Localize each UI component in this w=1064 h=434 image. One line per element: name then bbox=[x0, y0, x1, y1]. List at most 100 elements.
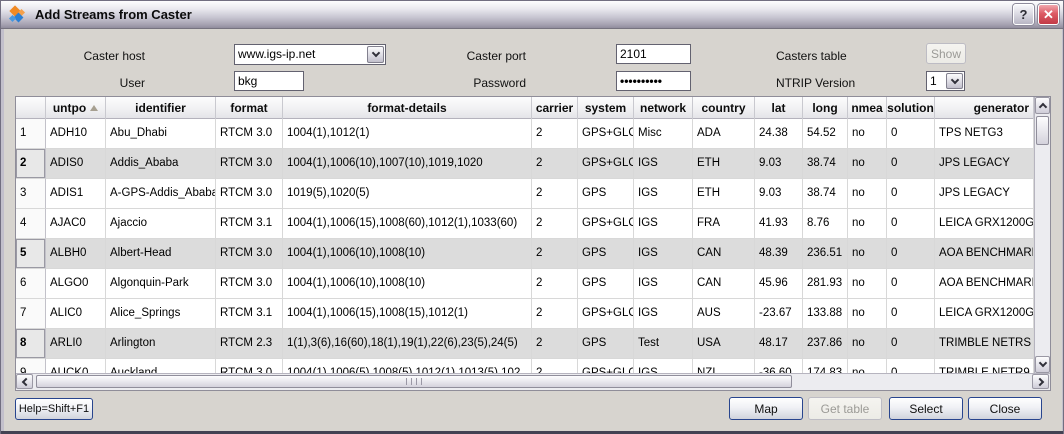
table-cell: 38.74 bbox=[803, 149, 848, 179]
table-cell: no bbox=[848, 299, 887, 329]
row-number[interactable]: 1 bbox=[16, 119, 46, 149]
row-number[interactable]: 7 bbox=[16, 299, 46, 329]
select-button[interactable]: Select bbox=[889, 397, 963, 420]
column-header-lat[interactable]: lat bbox=[755, 97, 803, 119]
table-row[interactable]: 3ADIS1A-GPS-Addis_AbabaRTCM 3.01019(5),1… bbox=[16, 179, 1034, 209]
table-cell: 133.88 bbox=[803, 299, 848, 329]
table-cell: LEICA GRX1200GG bbox=[935, 299, 1034, 329]
table-cell: TPS NETG3 bbox=[935, 119, 1034, 149]
help-icon[interactable]: ? bbox=[1013, 4, 1034, 25]
table-cell: AUCK0 bbox=[46, 359, 106, 373]
row-number[interactable]: 5 bbox=[16, 239, 46, 269]
table-cell: GPS+GLO bbox=[578, 299, 634, 329]
caster-port-label: Caster port bbox=[431, 48, 526, 64]
table-cell: RTCM 3.0 bbox=[216, 119, 283, 149]
table-row[interactable]: 8ARLI0ArlingtonRTCM 2.31(1),3(6),16(60),… bbox=[16, 329, 1034, 359]
table-cell: GPS+GLO bbox=[578, 209, 634, 239]
scroll-up-icon[interactable] bbox=[1035, 97, 1050, 114]
table-cell: 0 bbox=[887, 119, 935, 149]
table-row[interactable]: 2ADIS0Addis_AbabaRTCM 3.01004(1),1006(10… bbox=[16, 149, 1034, 179]
table-cell: 0 bbox=[887, 299, 935, 329]
row-number[interactable]: 4 bbox=[16, 209, 46, 239]
caster-port-input[interactable]: 2101 bbox=[616, 44, 691, 64]
table-cell: IGS bbox=[634, 269, 693, 299]
get-table-button[interactable]: Get table bbox=[808, 397, 882, 420]
chevron-down-icon[interactable] bbox=[946, 73, 963, 89]
password-label: Password bbox=[431, 75, 526, 91]
table-cell: 1004(1),1006(5),1008(5),1012(1),1013(5),… bbox=[283, 359, 532, 373]
title-bar[interactable]: Add Streams from Caster ? ✕ bbox=[1, 1, 1064, 29]
caster-host-combobox[interactable]: www.igs-ip.net bbox=[234, 44, 386, 65]
close-button[interactable]: Close bbox=[968, 397, 1042, 420]
table-cell: 0 bbox=[887, 239, 935, 269]
table-cell: 1004(1),1006(10),1008(10) bbox=[283, 269, 532, 299]
scroll-down-icon[interactable] bbox=[1035, 356, 1050, 373]
table-cell: Misc bbox=[634, 119, 693, 149]
table-cell: ALBH0 bbox=[46, 239, 106, 269]
ntrip-version-combobox[interactable]: 1 bbox=[926, 71, 965, 91]
column-header-identifier[interactable]: identifier bbox=[106, 97, 216, 119]
table-cell: GPS bbox=[578, 239, 634, 269]
table-cell: JPS LEGACY bbox=[935, 179, 1034, 209]
table-cell: JPS LEGACY bbox=[935, 149, 1034, 179]
row-number[interactable]: 8 bbox=[16, 329, 46, 359]
column-header-generator[interactable]: generator bbox=[935, 97, 1034, 119]
app-icon bbox=[9, 6, 27, 24]
table-row[interactable]: 1ADH10Abu_DhabiRTCM 3.01004(1),1012(1)2G… bbox=[16, 119, 1034, 149]
vertical-scrollbar[interactable] bbox=[1034, 97, 1050, 374]
table-cell: TRIMBLE NETR9 bbox=[935, 359, 1034, 373]
column-header-rownum[interactable] bbox=[16, 97, 46, 119]
table-cell: Addis_Ababa bbox=[106, 149, 216, 179]
scroll-right-icon[interactable] bbox=[1032, 374, 1049, 389]
column-header-network[interactable]: network bbox=[634, 97, 693, 119]
table-cell: Arlington bbox=[106, 329, 216, 359]
table-row[interactable]: 6ALGO0Algonquin-ParkRTCM 3.01004(1),1006… bbox=[16, 269, 1034, 299]
table-cell: no bbox=[848, 119, 887, 149]
chevron-down-icon[interactable] bbox=[367, 46, 384, 63]
table-cell: 2 bbox=[532, 269, 578, 299]
user-input[interactable]: bkg bbox=[234, 71, 304, 91]
row-number[interactable]: 2 bbox=[16, 149, 46, 179]
table-cell: 2 bbox=[532, 359, 578, 373]
map-button[interactable]: Map bbox=[729, 397, 803, 420]
table-row[interactable]: 7ALIC0Alice_SpringsRTCM 3.11004(1),1006(… bbox=[16, 299, 1034, 329]
table-cell: Test bbox=[634, 329, 693, 359]
row-number[interactable]: 3 bbox=[16, 179, 46, 209]
password-input[interactable]: •••••••••• bbox=[616, 71, 691, 91]
table-cell: no bbox=[848, 209, 887, 239]
help-shortcut-button[interactable]: Help=Shift+F1 bbox=[15, 398, 93, 420]
row-number[interactable]: 6 bbox=[16, 269, 46, 299]
table-row[interactable]: 9AUCK0AucklandRTCM 3.01004(1),1006(5),10… bbox=[16, 359, 1034, 373]
column-header-format-details[interactable]: format-details bbox=[283, 97, 532, 119]
close-icon[interactable]: ✕ bbox=[1038, 4, 1059, 25]
table-cell: GPS+GLO bbox=[578, 149, 634, 179]
horizontal-scroll-thumb[interactable] bbox=[36, 375, 792, 388]
column-header-nmea[interactable]: nmea bbox=[848, 97, 887, 119]
table-cell: 2 bbox=[532, 149, 578, 179]
column-header-untpo[interactable]: untpo bbox=[46, 97, 106, 119]
column-header-country[interactable]: country bbox=[693, 97, 755, 119]
caster-host-label: Caster host bbox=[41, 48, 145, 64]
column-header-system[interactable]: system bbox=[578, 97, 634, 119]
table-cell: A-GPS-Addis_Ababa bbox=[106, 179, 216, 209]
table-cell: -36.60 bbox=[755, 359, 803, 373]
table-cell: 2 bbox=[532, 119, 578, 149]
table-row[interactable]: 4AJAC0AjaccioRTCM 3.11004(1),1006(15),10… bbox=[16, 209, 1034, 239]
table-cell: 1004(1),1006(15),1008(60),1012(1),1033(6… bbox=[283, 209, 532, 239]
show-button[interactable]: Show bbox=[926, 43, 966, 64]
vertical-scroll-thumb[interactable] bbox=[1036, 116, 1049, 145]
row-number[interactable]: 9 bbox=[16, 359, 46, 373]
column-header-format[interactable]: format bbox=[216, 97, 283, 119]
table-row[interactable]: 5ALBH0Albert-HeadRTCM 3.01004(1),1006(10… bbox=[16, 239, 1034, 269]
column-header-carrier[interactable]: carrier bbox=[532, 97, 578, 119]
table-cell: 0 bbox=[887, 149, 935, 179]
column-header-long[interactable]: long bbox=[803, 97, 848, 119]
horizontal-scrollbar[interactable] bbox=[16, 373, 1050, 390]
window-title: Add Streams from Caster bbox=[35, 7, 1013, 22]
scroll-left-icon[interactable] bbox=[16, 374, 33, 389]
table-cell: 2 bbox=[532, 179, 578, 209]
table-cell: IGS bbox=[634, 149, 693, 179]
table-cell: 236.51 bbox=[803, 239, 848, 269]
table-cell: Auckland bbox=[106, 359, 216, 373]
column-header-solution[interactable]: solution bbox=[887, 97, 935, 119]
